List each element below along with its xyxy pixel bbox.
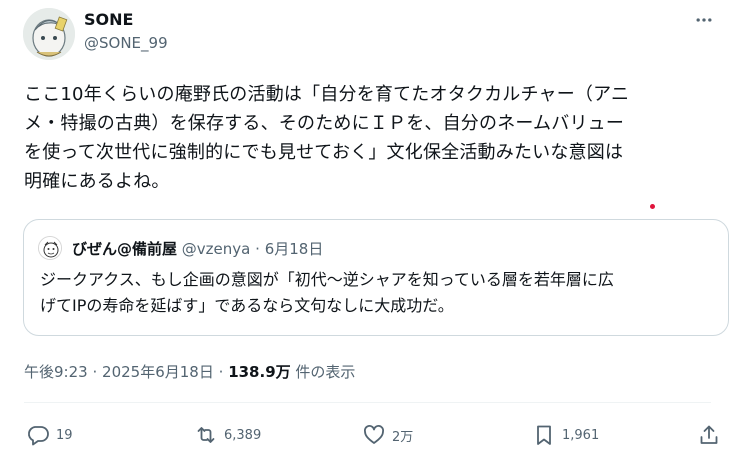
- quote-header: びぜん@備前屋 @vzenya · 6月18日: [72, 238, 323, 259]
- quote-text: ジークアクス、もし企画の意図が「初代～逆シャアを知っている層を若年層に広 げてI…: [40, 267, 720, 319]
- divider: [24, 402, 711, 403]
- tweet-meta: 午後9:23 · 2025年6月18日 · 138.9万 件の表示: [24, 361, 355, 382]
- quoted-tweet[interactable]: びぜん@備前屋 @vzenya · 6月18日 ジークアクス、もし企画の意図が「…: [23, 219, 729, 336]
- bookmark-count: 1,961: [562, 427, 600, 443]
- like-button[interactable]: 2万: [362, 420, 413, 450]
- tweet-text: ここ10年くらいの庵野氏の活動は「自分を育てたオタクカルチャー（アニ メ・特撮の…: [24, 80, 724, 196]
- quote-avatar-image: [39, 237, 61, 259]
- quote-separator: ·: [255, 240, 260, 258]
- quote-author-handle: @vzenya: [181, 240, 251, 258]
- avatar[interactable]: [23, 8, 75, 60]
- tweet-text-line: ここ10年くらいの庵野氏の活動は「自分を育てたオタクカルチャー（アニ: [24, 84, 630, 105]
- quote-date: 6月18日: [264, 240, 324, 258]
- reply-count: 19: [56, 427, 73, 443]
- tweet-time[interactable]: 午後9:23: [24, 363, 88, 381]
- reply-button[interactable]: 19: [26, 420, 73, 450]
- quote-avatar: [38, 236, 62, 260]
- bookmark-button[interactable]: 1,961: [532, 420, 599, 450]
- tweet-text-line: を使って次世代に強制的にでも見せておく」文化保全活動みたいな意図は: [24, 142, 624, 163]
- meta-separator: ·: [92, 363, 98, 381]
- tweet-date[interactable]: 2025年6月18日: [102, 363, 214, 381]
- like-count: 2万: [392, 429, 414, 445]
- repost-icon: [197, 427, 215, 443]
- share-icon: [700, 425, 718, 444]
- tweet-text-line: メ・特撮の古典）を保存する、そのためにＩＰを、自分のネームバリュー: [24, 113, 625, 134]
- tweet-text-line: 明確にあるよね。: [24, 171, 170, 192]
- display-name[interactable]: SONE: [84, 10, 133, 29]
- repost-count: 6,389: [224, 427, 262, 443]
- views-label: 件の表示: [295, 363, 356, 381]
- more-button[interactable]: [687, 6, 721, 34]
- quote-author-name: びぜん@備前屋: [72, 240, 178, 258]
- quote-text-line: げてIPの寿命を延ばす」であるなら文句なしに大成功だ。: [40, 296, 454, 315]
- views-count: 138.9万: [228, 363, 291, 381]
- heart-icon: [364, 425, 384, 444]
- bookmark-icon: [537, 425, 551, 445]
- share-button[interactable]: [697, 420, 721, 450]
- action-bar: 19 6,389 2万 1,961: [24, 420, 724, 450]
- avatar-image: [23, 8, 75, 60]
- repost-button[interactable]: 6,389: [194, 420, 261, 450]
- red-dot: [650, 204, 655, 209]
- more-icon: [696, 18, 712, 22]
- meta-separator: ·: [218, 363, 224, 381]
- reply-icon: [28, 426, 49, 446]
- quote-text-line: ジークアクス、もし企画の意図が「初代～逆シャアを知っている層を若年層に広: [40, 270, 614, 289]
- user-handle[interactable]: @SONE_99: [84, 34, 168, 52]
